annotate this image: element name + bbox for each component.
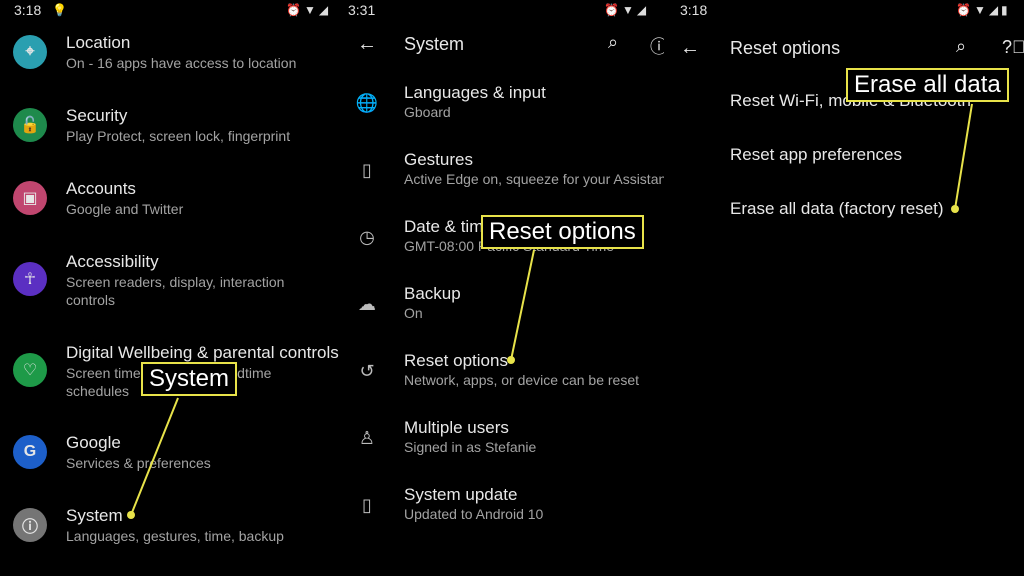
reset-callout-line — [510, 249, 535, 361]
callout-system: System — [141, 362, 238, 396]
system-callout-dot — [127, 511, 135, 519]
erase-callout-line — [954, 103, 973, 210]
system-callout-line — [130, 397, 179, 516]
reset-callout-dot — [507, 356, 515, 364]
erase-callout-dot — [951, 205, 959, 213]
callout-erase-all-data: Erase all data — [846, 68, 1009, 102]
callout-reset-options: Reset options — [481, 215, 644, 249]
